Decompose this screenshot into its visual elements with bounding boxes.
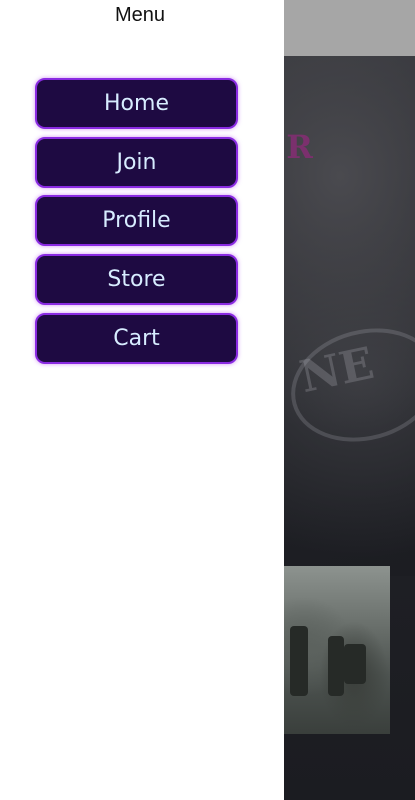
- soldier-figure: [328, 636, 344, 696]
- menu-button-label: Home: [104, 91, 169, 116]
- menu-button-label: Join: [116, 149, 157, 175]
- side-drawer: Menu Home Join Profile Store Cart: [0, 0, 284, 800]
- menu-button-label: Profile: [102, 208, 171, 234]
- menu-button-cart[interactable]: Cart: [35, 312, 238, 364]
- menu-button-store[interactable]: Store: [35, 254, 238, 306]
- menu-button-label: Store: [107, 267, 166, 293]
- drawer-title: Menu: [114, 4, 166, 26]
- menu-list: Home Join Profile Store Cart: [35, 78, 238, 371]
- menu-button-profile[interactable]: Profile: [35, 195, 238, 247]
- soldier-figure: [290, 626, 308, 696]
- menu-button-home[interactable]: Home: [35, 78, 238, 129]
- menu-button-label: Cart: [113, 325, 160, 351]
- menu-button-join[interactable]: Join: [35, 136, 238, 188]
- soldier-figure: [344, 644, 366, 684]
- background-photo: [284, 566, 390, 734]
